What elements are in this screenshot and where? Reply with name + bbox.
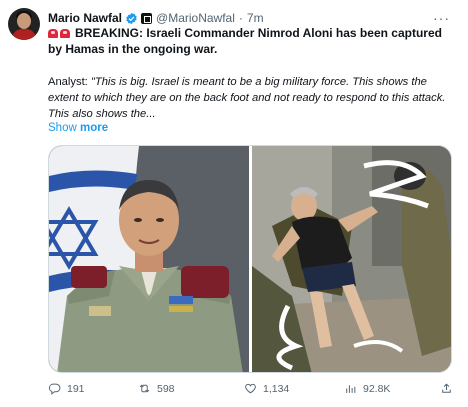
heart-icon bbox=[245, 383, 256, 394]
share-icon bbox=[442, 383, 451, 393]
share-button[interactable] bbox=[440, 382, 459, 395]
show-label[interactable]: Show bbox=[48, 122, 77, 134]
media-grid bbox=[48, 145, 452, 373]
time-separator: · bbox=[238, 11, 243, 25]
retweet-count: 598 bbox=[157, 382, 175, 395]
tweet-body: Analyst: "This is big. Israel is meant t… bbox=[48, 74, 452, 122]
views-icon bbox=[346, 385, 356, 393]
verified-badge-icon bbox=[126, 12, 137, 24]
siren-emoji-icon bbox=[48, 28, 58, 38]
like-button[interactable]: 1,134 bbox=[244, 382, 289, 395]
tweet[interactable]: Mario Nawfal @MarioNawfal · 7m ··· BREAK… bbox=[0, 0, 468, 407]
author-name[interactable]: Mario Nawfal bbox=[48, 11, 122, 25]
avatar[interactable] bbox=[8, 8, 40, 40]
author-handle[interactable]: @MarioNawfal bbox=[156, 11, 235, 25]
officer-portrait-photo[interactable] bbox=[49, 146, 249, 372]
tweet-time[interactable]: 7m bbox=[247, 11, 264, 25]
more-options-icon[interactable]: ··· bbox=[433, 10, 450, 26]
analyst-label: Analyst: bbox=[48, 76, 91, 88]
reply-count: 191 bbox=[67, 382, 85, 395]
analyst-quote: "This is big. Israel is meant to be a bi… bbox=[48, 76, 446, 120]
headline-text-1: BREAKING: Israeli Commander Nimrod Aloni… bbox=[75, 26, 442, 40]
views-button[interactable]: 92.8K bbox=[344, 382, 390, 395]
tweet-headline-line-1: BREAKING: Israeli Commander Nimrod Aloni… bbox=[48, 26, 442, 40]
tweet-header: Mario Nawfal @MarioNawfal · 7m bbox=[48, 10, 264, 26]
headline-text-2: by Hamas in the ongoing war. bbox=[48, 42, 218, 56]
reply-icon bbox=[48, 383, 61, 395]
more-label[interactable]: more bbox=[80, 122, 108, 134]
views-count: 92.8K bbox=[363, 382, 391, 395]
like-count: 1,134 bbox=[263, 382, 290, 395]
show-more-link[interactable]: Show more bbox=[48, 122, 108, 134]
retweet-icon bbox=[139, 384, 150, 393]
captured-man-photo[interactable] bbox=[252, 146, 451, 372]
reply-button[interactable]: 191 bbox=[48, 382, 85, 395]
siren-emoji-icon bbox=[60, 28, 70, 38]
affiliation-badge-icon bbox=[141, 12, 153, 24]
retweet-button[interactable]: 598 bbox=[138, 382, 175, 395]
tweet-actions: 191 598 1,134 92.8K bbox=[48, 382, 458, 398]
